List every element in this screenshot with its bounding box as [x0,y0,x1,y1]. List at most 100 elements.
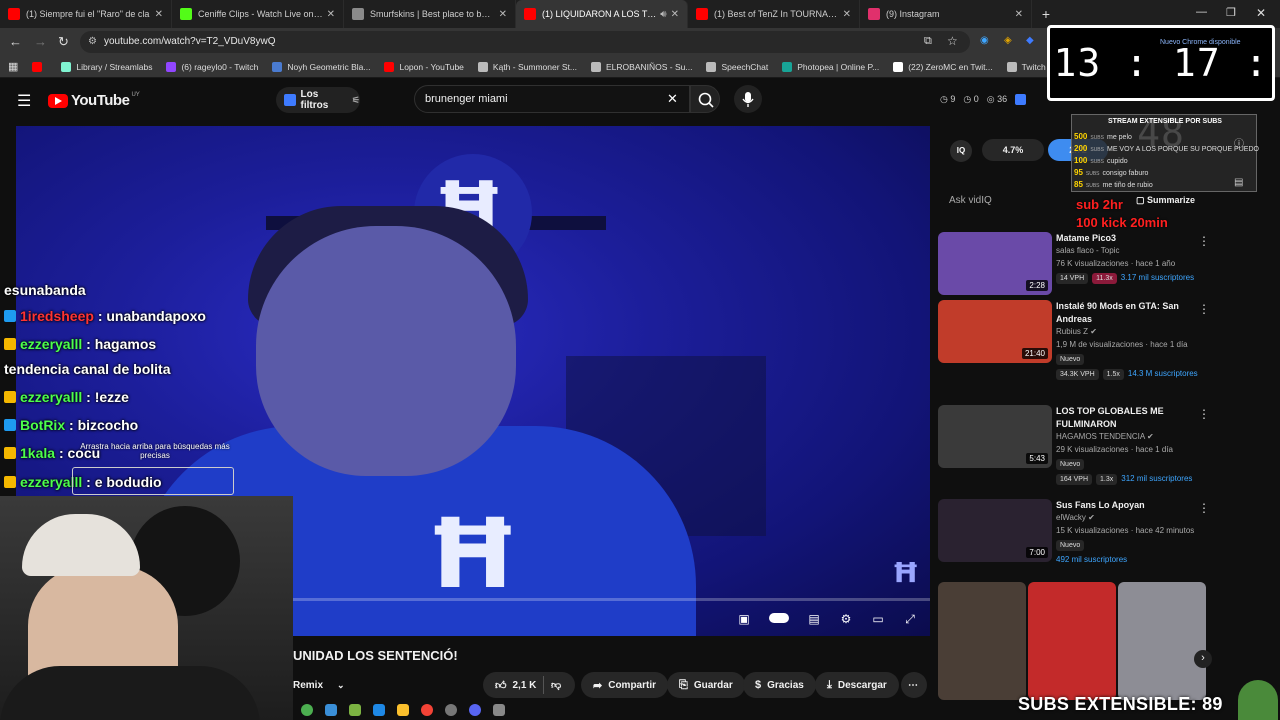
apps-icon[interactable]: ▦ [8,60,18,73]
fullscreen-icon[interactable]: ⤢ [902,612,918,626]
bookmark-item[interactable]: SpeechChat [706,61,768,72]
back-icon[interactable]: ← [9,34,22,49]
channel-name[interactable]: HAGAMOS TENDENCIA ✔ [1056,432,1154,441]
video-duration: 21:40 [1021,348,1048,359]
more-options-icon[interactable]: ⋮ [1198,501,1210,515]
browser-tab[interactable]: (1) Best of TenZ In TOURNAME ✕ [688,0,860,28]
bookmark-item[interactable] [32,61,47,72]
reload-icon[interactable]: ↻ [58,34,69,50]
minimize-icon[interactable]: — [1196,6,1207,18]
channel-name[interactable]: salas flaco - Topic [1056,246,1119,255]
bookmark-item[interactable]: (22) ZeroMC en Twit... [893,61,993,72]
video-title[interactable]: Instalé 90 Mods en GTA: San Andreas [1056,300,1196,326]
folder-icon[interactable] [397,704,409,716]
close-tab-icon[interactable]: ✕ [499,9,507,20]
extension-icon[interactable]: ◆ [1026,35,1034,46]
close-tab-icon[interactable]: ✕ [843,9,851,20]
save-button[interactable]: ⎘ Guardar [667,672,745,698]
youtube-logo[interactable]: YouTube UY [48,92,140,109]
menu-icon[interactable]: ☰ [17,91,31,111]
search-input[interactable]: brunenger miami ✕ [414,85,690,113]
browser-tab[interactable]: (9) Instagram ✕ [860,0,1032,28]
like-button[interactable]: 👍︎ 2,1 K 👎︎ [483,672,575,698]
video-thumbnail[interactable]: 21:40 [938,300,1052,363]
video-thumbnail[interactable]: 5:43 [938,405,1052,468]
short-thumbnail[interactable] [938,582,1026,700]
recommended-video[interactable]: 5:43 LOS TOP GLOBALES ME FULMINARON ⋮ HAGAM… [938,405,1210,485]
app-icon[interactable] [301,704,313,716]
vidiq-player-icon[interactable]: ▣ [736,612,752,626]
app-icon[interactable] [349,704,361,716]
new-tab-button[interactable]: + [1032,6,1060,22]
video-thumbnail[interactable]: 2:28 [938,232,1052,295]
more-options-icon[interactable]: ⋮ [1198,407,1210,421]
short-thumbnail[interactable] [1028,582,1116,700]
discord-icon[interactable] [469,704,481,716]
video-title[interactable]: Matame Pico3 [1056,232,1196,245]
maximize-icon[interactable]: ❐ [1226,6,1236,19]
browser-tab[interactable]: Smurfskins | Best place to buy l ✕ [344,0,516,28]
thumbs-down-icon[interactable]: 👎︎ [551,679,561,691]
bookmark-item[interactable]: ELROBANIÑOS - Su... [591,61,692,72]
recommended-video[interactable]: 21:40 Instalé 90 Mods en GTA: San Andreas… [938,300,1210,380]
remix-button[interactable]: Remix ⌄ [293,672,345,698]
bookmark-star-icon[interactable]: ☆ [947,34,958,48]
vidiq-icon[interactable]: IQ [950,140,972,162]
app-icon[interactable] [325,704,337,716]
bookmark-favicon-icon [706,61,717,72]
video-title[interactable]: LOS TOP GLOBALES ME FULMINARON [1056,405,1196,431]
bookmark-item[interactable]: Library / Streamlabs [61,61,152,72]
bookmark-item[interactable]: Lopon - YouTube [384,61,464,72]
bookmark-item[interactable]: Photopea | Online P... [782,61,879,72]
views-stat: ◷ 9 [940,94,956,104]
video-thumbnail[interactable]: 7:00 [938,499,1052,562]
theater-mode-icon[interactable]: ▭ [870,612,886,626]
site-info-icon[interactable]: ⚙ [88,36,97,47]
close-tab-icon[interactable]: ✕ [155,9,163,20]
browser-tab[interactable]: Ceniffe Clips - Watch Live on Ki ✕ [172,0,344,28]
app-icon[interactable] [373,704,385,716]
bookmark-item[interactable]: (6) rageylo0 - Twitch [166,61,258,72]
thanks-button[interactable]: $ Gracias [743,672,816,698]
ask-vidiq-input[interactable]: Ask vidIQ [949,195,992,206]
bookmark-item[interactable]: Noyh Geometric Bla... [272,61,370,72]
channel-name[interactable]: Rubius Z ✔ [1056,327,1097,336]
clear-search-icon[interactable]: ✕ [667,91,678,107]
chrome-icon[interactable] [421,704,433,716]
recommended-video[interactable]: 2:28 Matame Pico3 ⋮ salas flaco - Topic 76 … [938,232,1210,302]
app-icon[interactable] [445,704,457,716]
chevron-right-icon[interactable]: › [1194,650,1212,668]
close-window-icon[interactable]: ✕ [1256,6,1266,20]
chat-message: 1iredsheep : unabandapoxo [4,308,206,324]
cast-icon[interactable]: ⧉ [924,35,932,48]
app-icon[interactable] [493,704,505,716]
channel-name[interactable]: elWacky ✔ [1056,513,1095,522]
close-tab-icon[interactable]: ✕ [1015,9,1023,20]
extension-icon[interactable]: ◈ [1004,35,1012,46]
more-actions-button[interactable]: ⋯ [901,672,927,698]
bookmark-item[interactable]: Twitch [1006,61,1046,72]
filters-button[interactable]: Los filtros ⚟ [276,87,360,113]
video-title[interactable]: Sus Fans Lo Apoyan [1056,499,1196,512]
close-tab-icon[interactable]: ✕ [327,9,335,20]
more-options-icon[interactable]: ⋮ [1198,234,1210,248]
short-thumbnail[interactable] [1118,582,1206,700]
search-button[interactable] [690,85,720,113]
share-button[interactable]: ➦ Compartir [581,672,669,698]
browser-tab[interactable]: (1) Siempre fui el "Raro" de cla ✕ [0,0,172,28]
bookmark-item[interactable]: Kąth - Summoner St... [477,61,577,72]
forward-icon[interactable]: → [34,34,47,49]
vidiq-icon[interactable] [1015,94,1027,105]
settings-icon[interactable]: ⚙ [838,612,854,626]
more-options-icon[interactable]: ⋮ [1198,302,1210,316]
tab-audio-icon[interactable]: 🔊︎ [660,9,666,20]
browser-tab[interactable]: (1) LIQUIDARON A LOS TOP 🔊︎ ✕ [516,0,688,28]
download-button[interactable]: ⤓ Descargar [815,672,899,698]
address-bar[interactable]: ⚙ youtube.com/watch?v=T2_VDuV8ywQ [80,31,970,53]
autoplay-toggle[interactable] [768,612,790,626]
close-tab-icon[interactable]: ✕ [671,9,679,20]
recommended-video[interactable]: 7:00 Sus Fans Lo Apoyan ⋮ elWacky ✔ 15 K vis… [938,499,1210,569]
extension-icon[interactable]: ◉ [980,35,989,46]
subtitles-icon[interactable]: ▤ [806,612,822,626]
voice-search-button[interactable] [734,85,762,113]
